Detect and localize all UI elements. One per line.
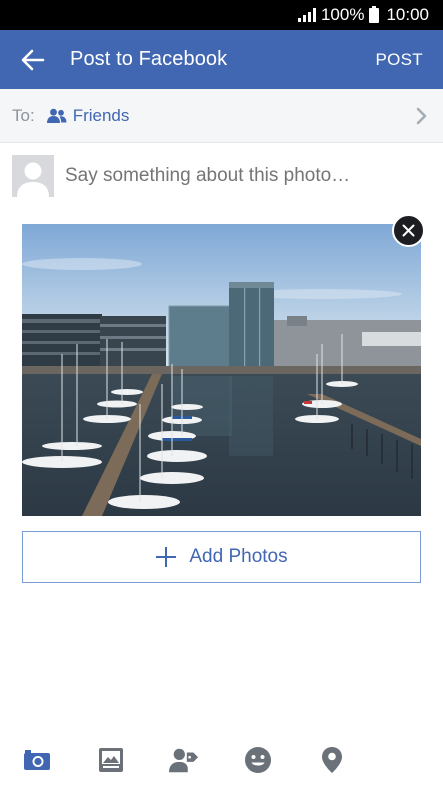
chevron-right-icon [416,107,428,125]
page-title: Post to Facebook [70,48,228,70]
status-input[interactable] [65,165,431,187]
back-button[interactable] [0,30,70,89]
friends-icon [46,108,67,124]
battery-icon [369,5,380,23]
to-label: To: [12,105,35,125]
signal-icon [297,8,316,22]
arrow-left-icon [21,49,45,70]
photo-attachment [22,224,421,516]
add-photos-button[interactable]: Add Photos [22,531,421,583]
attached-photo [22,224,421,516]
camera-icon[interactable] [22,745,52,775]
location-pin-icon[interactable] [317,745,347,775]
remove-photo-button[interactable] [392,214,425,247]
status-bar: 100% 10:00 [0,0,443,30]
audience-selector[interactable]: To: Friends [0,89,443,143]
audience-value: Friends [72,105,130,125]
app-bar: Post to Facebook POST [0,30,443,89]
photo-album-icon[interactable] [96,745,126,775]
plus-icon [155,546,177,568]
clock: 10:00 [386,5,429,24]
battery-percent: 100% [320,5,365,24]
feeling-icon[interactable] [243,745,273,775]
avatar [12,155,54,197]
composer [12,155,431,197]
post-button[interactable]: POST [356,30,443,89]
composer-toolbar [0,740,443,782]
tag-people-icon[interactable] [169,745,199,775]
close-icon [402,224,415,237]
add-photos-label: Add Photos [189,546,288,567]
